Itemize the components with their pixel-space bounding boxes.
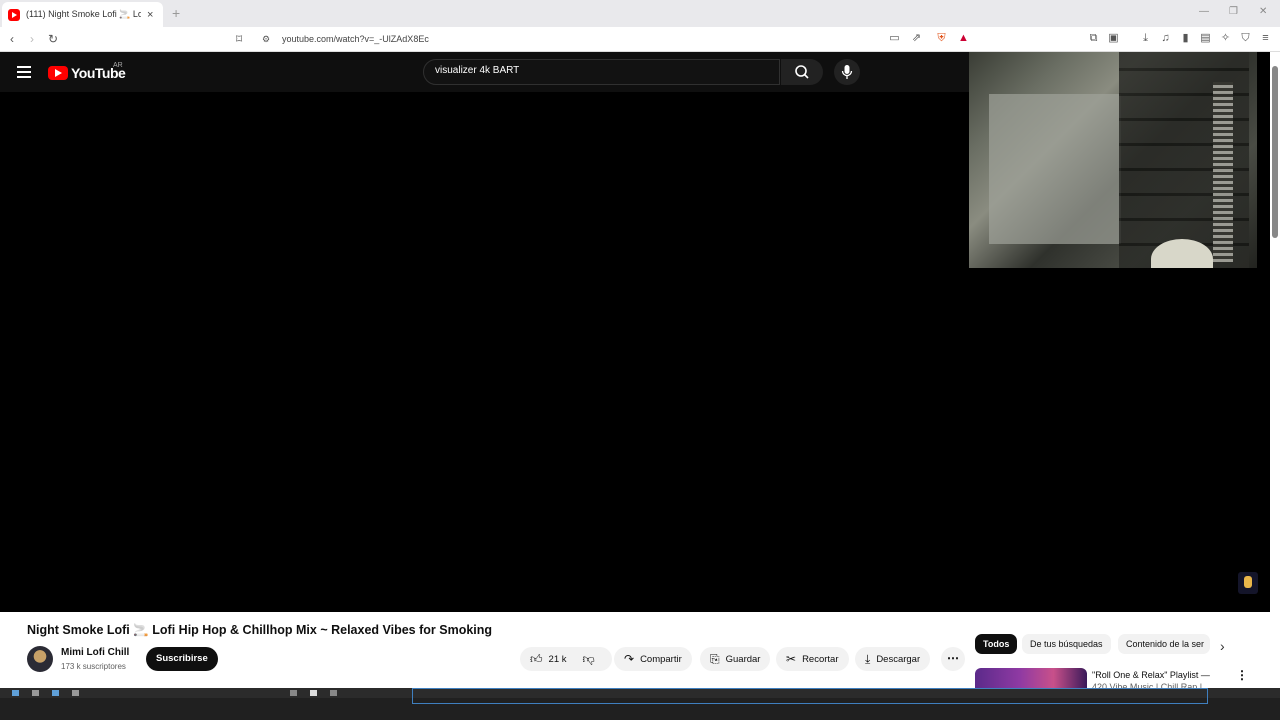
- new-tab-button[interactable]: +: [172, 5, 180, 21]
- rewards-icon[interactable]: ▲: [957, 32, 970, 45]
- bookmark-icon[interactable]: ⌑: [236, 32, 242, 46]
- reload-icon[interactable]: ↻: [48, 32, 58, 46]
- save-icon: ⎘: [710, 651, 720, 666]
- recommendation-menu-icon[interactable]: ⋮: [1236, 668, 1248, 682]
- download-button[interactable]: ⤓ Descargar: [855, 647, 931, 671]
- share-arrow-icon: ↷: [624, 652, 635, 666]
- recommendation-title[interactable]: "Roll One & Relax" Playlist —: [1092, 670, 1212, 680]
- menu-icon[interactable]: ≡: [1259, 32, 1272, 45]
- share-button[interactable]: ↷ Compartir: [614, 647, 692, 671]
- vpn-icon[interactable]: ⛉: [1239, 32, 1252, 45]
- minimize-button[interactable]: —: [1199, 6, 1209, 17]
- subscribe-button[interactable]: Suscribirse: [146, 647, 218, 671]
- clip-label: Recortar: [802, 653, 839, 665]
- tab-close-icon[interactable]: ×: [147, 9, 153, 21]
- taskbar-app-icon[interactable]: [330, 690, 337, 696]
- like-count[interactable]: 21 k: [549, 654, 567, 665]
- voice-search-button[interactable]: [834, 59, 860, 85]
- right-dark-area: [970, 268, 1270, 612]
- hamburger-menu-icon[interactable]: [17, 66, 31, 81]
- site-info-icon[interactable]: ⚙: [262, 34, 270, 45]
- chip-de-tus-busquedas[interactable]: De tus búsquedas: [1022, 634, 1111, 654]
- taskbar-app-icon[interactable]: [310, 690, 317, 696]
- back-icon[interactable]: ‹: [10, 32, 14, 46]
- floating-avatar[interactable]: [1238, 572, 1258, 594]
- download-icon[interactable]: ⤓: [1139, 32, 1152, 45]
- forward-icon[interactable]: ›: [30, 32, 34, 46]
- video-player[interactable]: [0, 92, 970, 612]
- scissors-icon: ✂: [786, 652, 797, 666]
- dislike-icon[interactable]: 👎︎: [583, 652, 595, 667]
- address-bar-row: ‹ › ↻ ⌑ ⚙ youtube.com/watch?v=_-UlZAdX8E…: [0, 27, 1280, 52]
- taskbar-app-icon[interactable]: [12, 690, 19, 696]
- taskbar-app-icon[interactable]: [72, 690, 79, 696]
- music-icon[interactable]: ♫: [1159, 32, 1172, 45]
- youtube-favicon-icon: [8, 8, 20, 21]
- download-arrow-icon: ⤓: [865, 651, 871, 666]
- extensions-icon[interactable]: ⧉: [1087, 32, 1100, 45]
- share-icon[interactable]: ⇗: [910, 32, 923, 45]
- country-code: AR: [113, 62, 123, 69]
- video-title: Night Smoke Lofi 🚬 Lofi Hip Hop & Chillh…: [27, 623, 493, 637]
- url-field[interactable]: youtube.com/watch?v=_-UlZAdX8Ec: [282, 34, 429, 44]
- sidebar-icon[interactable]: ▮: [1179, 32, 1192, 45]
- selection-box: [412, 688, 1208, 704]
- taskbar-app-icon[interactable]: [32, 690, 39, 696]
- like-icon[interactable]: 👍︎: [530, 652, 543, 667]
- scrollbar-thumb[interactable]: [1272, 66, 1278, 238]
- share-label: Compartir: [640, 653, 682, 665]
- browser-tab-strip: (111) Night Smoke Lofi 🚬 Lofi × + — ❐ ✕: [0, 0, 1280, 27]
- browser-tab[interactable]: (111) Night Smoke Lofi 🚬 Lofi ×: [2, 2, 163, 27]
- taskbar: [0, 688, 1280, 720]
- save-label: Guardar: [725, 653, 761, 665]
- channel-name[interactable]: Mimi Lofi Chill: [61, 647, 129, 658]
- clip-button[interactable]: ✂ Recortar: [776, 647, 849, 671]
- leo-icon[interactable]: ✧: [1219, 32, 1232, 45]
- chip-todos[interactable]: Todos: [975, 634, 1018, 654]
- taskbar-app-icon[interactable]: [52, 690, 59, 696]
- youtube-header: YouTube AR visualizer 4k BART: [0, 52, 970, 92]
- save-button[interactable]: ⎘ Guardar: [700, 647, 771, 671]
- youtube-play-icon: [48, 66, 68, 80]
- recommendation-thumbnail[interactable]: [975, 668, 1087, 688]
- chevron-right-icon[interactable]: ›: [1220, 638, 1225, 654]
- cast-icon[interactable]: ▭: [888, 32, 901, 45]
- tab-title: (111) Night Smoke Lofi 🚬 Lofi: [26, 9, 141, 19]
- channel-avatar[interactable]: [27, 646, 53, 672]
- maximize-button[interactable]: ❐: [1229, 6, 1238, 17]
- more-actions-button[interactable]: ⋯: [941, 647, 965, 671]
- close-window-button[interactable]: ✕: [1259, 6, 1267, 17]
- subscriber-count: 173 k suscriptores: [61, 662, 126, 671]
- search-input[interactable]: visualizer 4k BART: [423, 59, 780, 85]
- search-button[interactable]: [781, 59, 823, 85]
- download-label: Descargar: [876, 653, 921, 665]
- chip-contenido[interactable]: Contenido de la ser: [1118, 634, 1210, 654]
- wallet-icon[interactable]: ▤: [1199, 32, 1212, 45]
- mic-icon: [841, 65, 853, 79]
- webcam-overlay: [969, 52, 1257, 268]
- screenshot-icon[interactable]: ▣: [1107, 32, 1120, 45]
- brave-shield-icon[interactable]: ⛨: [935, 32, 948, 45]
- search-icon: [795, 65, 809, 79]
- taskbar-app-icon[interactable]: [290, 690, 297, 696]
- like-dislike-group: 👍︎ 21 k 👎︎: [520, 647, 612, 671]
